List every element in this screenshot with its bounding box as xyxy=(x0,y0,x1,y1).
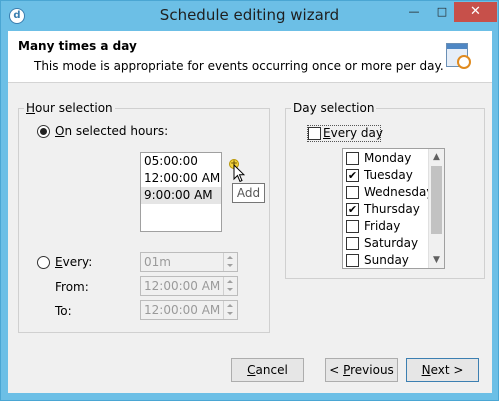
day-checkbox[interactable]: ✔ xyxy=(346,169,359,182)
spinner-arrows[interactable] xyxy=(223,277,237,295)
spin-down-icon[interactable] xyxy=(227,288,233,291)
hour-selection-legend: Hour selection xyxy=(26,101,113,115)
close-button[interactable]: ✕ xyxy=(454,2,497,22)
day-checkbox[interactable] xyxy=(346,220,359,233)
page-title: Many times a day xyxy=(18,39,137,53)
hour-item[interactable]: 12:00:00 AM xyxy=(141,170,221,187)
spin-up-icon[interactable] xyxy=(227,304,233,307)
day-item-thursday[interactable]: ✔ Thursday xyxy=(346,201,430,218)
every-radio[interactable] xyxy=(37,256,50,269)
day-item-friday[interactable]: Friday xyxy=(346,218,430,235)
minimize-button[interactable]: — xyxy=(401,2,427,22)
on-selected-hours-label[interactable]: On selected hours: xyxy=(55,124,168,138)
spin-down-icon[interactable] xyxy=(227,312,233,315)
spin-up-icon[interactable] xyxy=(227,256,233,259)
spin-down-icon[interactable] xyxy=(227,264,233,267)
maximize-button[interactable]: □ xyxy=(429,2,455,22)
to-label: To: xyxy=(55,304,72,318)
day-checkbox[interactable]: ✔ xyxy=(346,203,359,216)
days-scrollbar[interactable]: ▲ ▼ xyxy=(428,149,444,268)
day-checkbox[interactable] xyxy=(346,237,359,250)
day-item-wednesday[interactable]: Wednesday xyxy=(346,184,434,201)
selected-hours-list[interactable]: 05:00:00 12:00:00 AM 9:00:00 AM xyxy=(140,152,222,232)
day-label: Thursday xyxy=(364,202,420,216)
wizard-header: Many times a day This mode is appropriat… xyxy=(8,31,492,83)
every-interval-value: 01m xyxy=(144,255,171,269)
day-item-monday[interactable]: Monday xyxy=(346,150,430,167)
day-label: Saturday xyxy=(364,236,419,250)
every-interval-spinner[interactable]: 01m xyxy=(140,252,238,272)
days-checklist[interactable]: Monday ✔ Tuesday Wednesday ✔ Thursday Fr… xyxy=(342,148,445,269)
scroll-thumb[interactable] xyxy=(431,166,442,234)
day-selection-legend: Day selection xyxy=(293,101,375,115)
day-item-tuesday[interactable]: ✔ Tuesday xyxy=(346,167,430,184)
day-item-sunday[interactable]: Sunday xyxy=(346,252,430,268)
scroll-down-icon[interactable]: ▼ xyxy=(433,255,440,265)
every-label[interactable]: Every: xyxy=(55,255,92,269)
calendar-clock-icon xyxy=(446,43,471,69)
add-tooltip: Add xyxy=(232,183,265,203)
day-label: Tuesday xyxy=(364,168,413,182)
on-selected-hours-radio[interactable] xyxy=(37,125,50,138)
previous-button[interactable]: < Previous xyxy=(325,358,398,382)
day-label: Sunday xyxy=(364,253,409,267)
next-button[interactable]: Next > xyxy=(406,358,479,382)
spinner-arrows[interactable] xyxy=(223,301,237,319)
day-label: Monday xyxy=(364,151,412,165)
every-day-label[interactable]: Every day xyxy=(323,126,383,140)
from-time-value: 12:00:00 AM xyxy=(144,279,221,293)
clock-icon xyxy=(457,55,471,69)
day-item-saturday[interactable]: Saturday xyxy=(346,235,430,252)
day-label: Wednesday xyxy=(364,185,434,199)
day-label: Friday xyxy=(364,219,401,233)
day-checkbox[interactable] xyxy=(346,186,359,199)
every-day-checkbox[interactable] xyxy=(308,127,321,140)
day-checkbox[interactable] xyxy=(346,152,359,165)
cancel-button[interactable]: Cancel xyxy=(231,358,304,382)
from-label: From: xyxy=(55,280,89,294)
mouse-pointer-icon xyxy=(233,164,245,183)
title-bar[interactable]: d Schedule editing wizard — □ ✕ xyxy=(1,1,498,31)
hour-item[interactable]: 05:00:00 xyxy=(141,153,221,170)
day-checkbox[interactable] xyxy=(346,254,359,267)
wizard-body: Many times a day This mode is appropriat… xyxy=(8,31,492,393)
spin-up-icon[interactable] xyxy=(227,280,233,283)
wizard-window: d Schedule editing wizard — □ ✕ Many tim… xyxy=(0,0,499,401)
to-time-value: 12:00:00 AM xyxy=(144,303,221,317)
hour-item-selected[interactable]: 9:00:00 AM xyxy=(141,187,221,204)
page-description: This mode is appropriate for events occu… xyxy=(34,59,444,73)
to-time-spinner[interactable]: 12:00:00 AM xyxy=(140,300,238,320)
spinner-arrows[interactable] xyxy=(223,253,237,271)
scroll-up-icon[interactable]: ▲ xyxy=(433,152,440,162)
from-time-spinner[interactable]: 12:00:00 AM xyxy=(140,276,238,296)
